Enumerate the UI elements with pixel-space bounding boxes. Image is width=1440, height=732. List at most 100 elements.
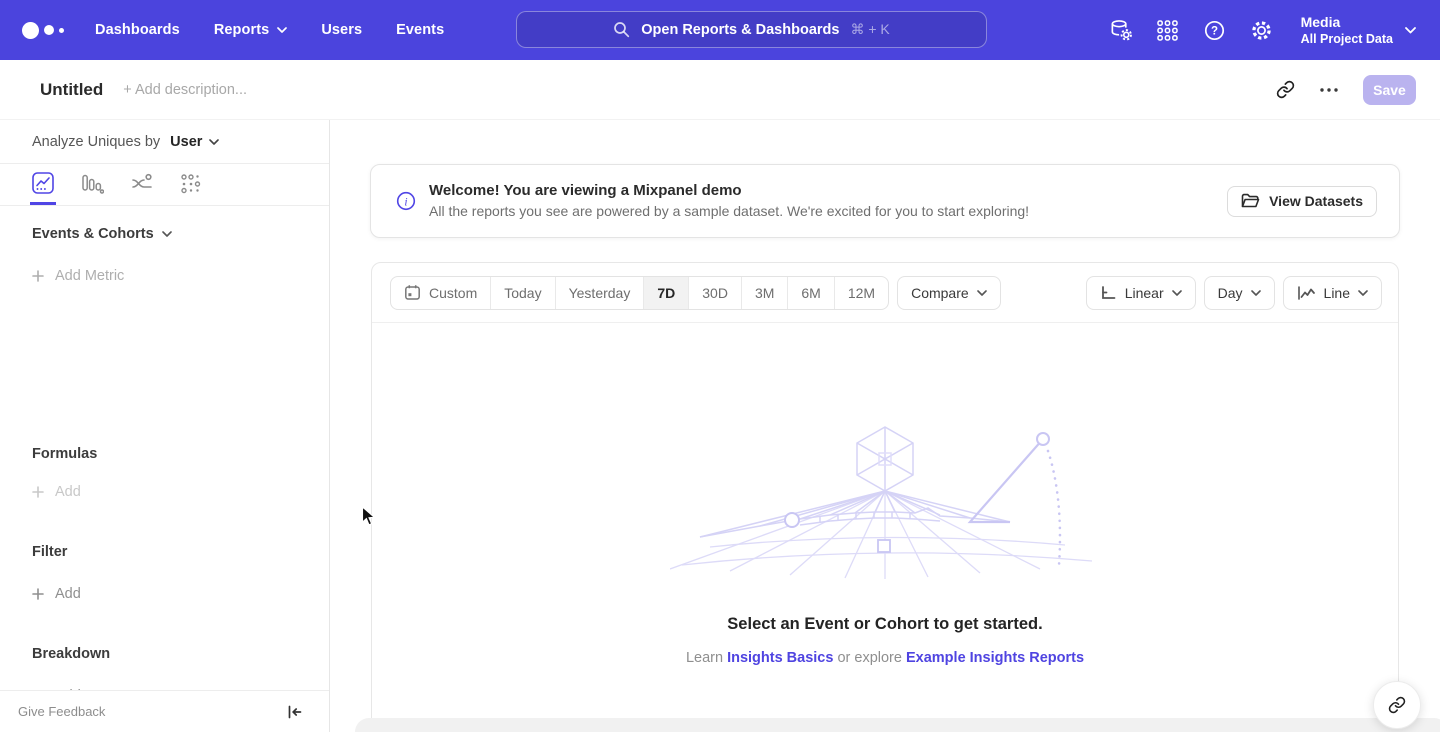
search-shortcut: ⌘ + K [850,21,889,38]
chevron-down-icon [209,139,219,145]
more-options-icon[interactable] [1320,88,1338,92]
range-12m-label: 12M [848,285,875,301]
main-content: i Welcome! You are viewing a Mixpanel de… [330,120,1440,732]
or-explore-text: or explore [837,650,901,666]
scale-selector[interactable]: Linear [1086,276,1196,310]
example-reports-link[interactable]: Example Insights Reports [906,650,1084,666]
analyze-by-selector[interactable]: User [170,134,219,150]
range-today[interactable]: Today [491,277,555,309]
help-icon[interactable]: ? [1203,18,1227,42]
line-chart-tab-icon [32,172,54,194]
linear-axis-icon [1100,285,1117,301]
nav-users-label: Users [321,22,362,38]
analyze-by-row: Analyze Uniques by User [0,120,329,164]
search-icon [613,21,630,38]
range-3m[interactable]: 3M [742,277,788,309]
project-switcher[interactable]: Media All Project Data [1301,13,1416,47]
chevron-down-icon [1172,290,1182,296]
nav-events[interactable]: Events [396,22,444,38]
insights-basics-link[interactable]: Insights Basics [727,650,833,666]
range-30d-label: 30D [702,285,728,301]
share-link-fab[interactable] [1373,681,1421,729]
tab-bar-chart[interactable] [79,164,106,205]
banner-text: Welcome! You are viewing a Mixpanel demo… [429,180,1029,222]
chevron-down-icon [1358,290,1368,296]
chevron-down-icon [162,231,172,237]
compare-button[interactable]: Compare [897,276,1001,310]
events-cohorts-section[interactable]: Events & Cohorts [32,226,172,242]
learn-prefix: Learn [686,650,723,666]
tab-flow-chart[interactable] [129,164,155,205]
top-nav-right: ? Media All Project Data [1109,13,1416,47]
global-search-bar[interactable]: Open Reports & Dashboards ⌘ + K [516,11,987,48]
plus-icon [32,588,44,600]
chart-panel: Custom Today Yesterday 7D 30D 3M 6M 12M … [371,262,1399,732]
empty-state-links: Learn Insights Basics or explore Example… [372,650,1398,666]
info-icon: i [396,191,416,211]
flow-tab-icon [131,172,153,194]
interval-label: Day [1218,285,1243,301]
next-section-peek [355,718,1440,732]
add-filter-button[interactable]: Add [32,586,81,602]
analyze-by-label: Analyze Uniques by [32,134,160,150]
logo-dot-medium [44,25,54,35]
nav-dashboards[interactable]: Dashboards [95,22,180,38]
range-today-label: Today [504,285,541,301]
events-cohorts-label: Events & Cohorts [32,226,154,242]
range-7d[interactable]: 7D [644,277,689,309]
nav-reports-label: Reports [214,22,270,38]
save-button[interactable]: Save [1363,75,1416,105]
chart-type-selector[interactable]: Line [1283,276,1382,310]
report-header-actions: Save [1276,75,1416,105]
nav-users[interactable]: Users [321,22,362,38]
settings-gear-icon[interactable] [1250,18,1274,42]
range-6m-label: 6M [801,285,820,301]
nav-reports[interactable]: Reports [214,22,288,38]
nav-events-label: Events [396,22,444,38]
visualization-tabs [0,164,329,206]
chevron-down-icon [1251,290,1261,296]
view-datasets-label: View Datasets [1269,193,1363,209]
range-yesterday[interactable]: Yesterday [556,277,645,309]
range-custom[interactable]: Custom [391,277,491,309]
tab-retention-grid[interactable] [178,164,203,205]
range-3m-label: 3M [755,285,774,301]
add-formula-label: Add [55,484,81,500]
view-datasets-button[interactable]: View Datasets [1227,186,1377,217]
chart-type-label: Line [1324,285,1350,301]
range-custom-label: Custom [429,285,477,301]
mixpanel-logo[interactable] [22,22,64,39]
empty-state-title: Select an Event or Cohort to get started… [372,615,1398,634]
add-metric-button[interactable]: Add Metric [32,268,124,284]
add-filter-label: Add [55,586,81,602]
project-name: Media [1301,13,1393,31]
interval-selector[interactable]: Day [1204,276,1275,310]
data-management-icon[interactable] [1109,18,1133,42]
chevron-down-icon [977,290,987,296]
empty-state-illustration [670,419,1100,584]
breakdown-label: Breakdown [32,646,110,662]
add-formula-button[interactable]: Add [32,484,81,500]
sidebar-footer: Give Feedback [0,690,329,732]
nav-dashboards-label: Dashboards [95,22,180,38]
report-description-placeholder[interactable]: + Add description... [123,82,247,98]
report-title[interactable]: Untitled [40,80,103,100]
apps-grid-icon[interactable] [1156,18,1180,42]
range-30d[interactable]: 30D [689,277,742,309]
range-6m[interactable]: 6M [788,277,834,309]
query-builder-sidebar: Analyze Uniques by User [0,120,330,732]
filter-label: Filter [32,544,67,560]
give-feedback-link[interactable]: Give Feedback [18,704,105,719]
svg-text:i: i [404,196,407,208]
banner-subtitle: All the reports you see are powered by a… [429,201,1029,222]
svg-text:?: ? [1211,25,1218,37]
add-metric-label: Add Metric [55,268,124,284]
copy-link-icon[interactable] [1276,80,1295,99]
range-12m[interactable]: 12M [835,277,888,309]
project-scope: All Project Data [1301,31,1393,47]
collapse-sidebar-icon[interactable] [287,705,302,719]
welcome-banner: i Welcome! You are viewing a Mixpanel de… [370,164,1400,238]
formulas-label: Formulas [32,446,97,462]
range-7d-label: 7D [657,285,675,301]
tab-insights-line[interactable] [30,164,56,205]
